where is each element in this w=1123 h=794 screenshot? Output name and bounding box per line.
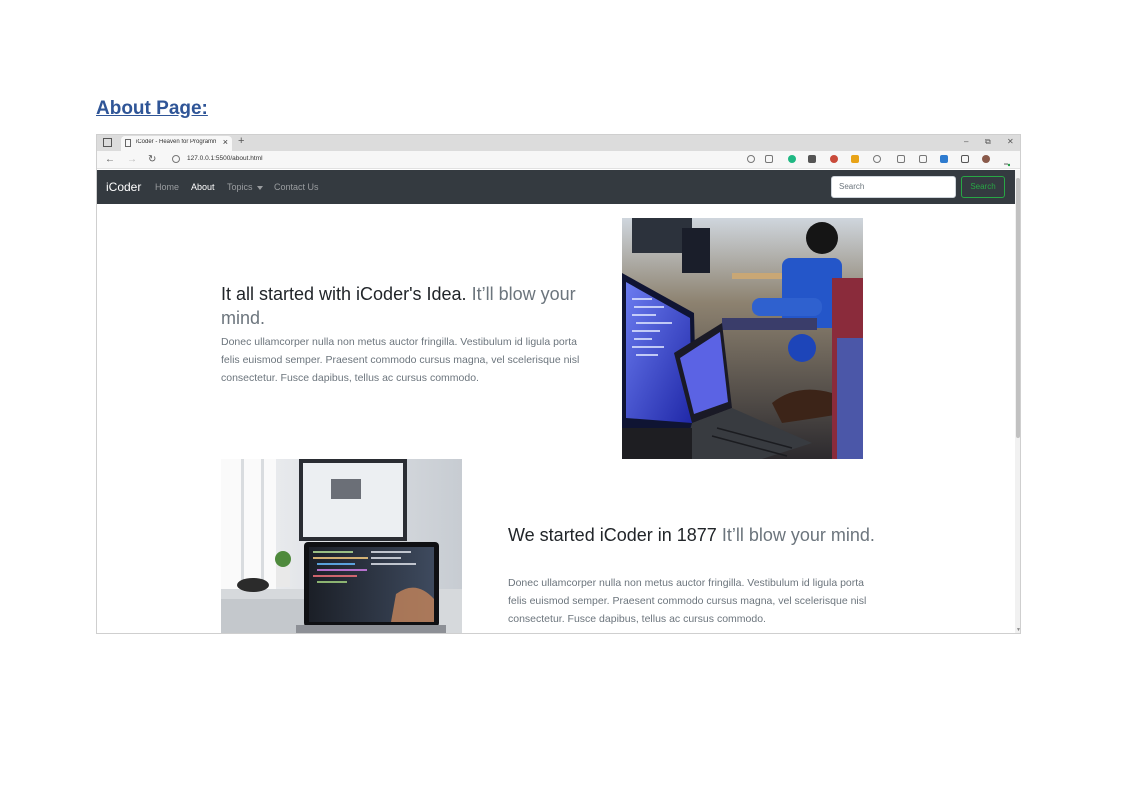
extension-icon[interactable] — [830, 155, 838, 163]
feature-heading-1: It all started with iCoder's Idea. It’ll… — [221, 282, 591, 330]
scroll-down-arrow-icon[interactable]: ▼ — [1016, 627, 1020, 633]
feature-heading-1-main: It all started with iCoder's Idea. — [221, 284, 467, 304]
feature-heading-2: We started iCoder in 1877 It’ll blow you… — [508, 523, 878, 547]
share-icon[interactable] — [961, 155, 969, 163]
grammarly-extension-icon[interactable] — [788, 155, 796, 163]
zoom-icon[interactable] — [747, 155, 755, 163]
nav-link-home[interactable]: Home — [155, 182, 179, 192]
brand-logo[interactable]: iCoder — [106, 180, 141, 194]
scrollbar-thumb[interactable] — [1016, 178, 1020, 438]
scrollbar[interactable]: ▼ — [1015, 170, 1020, 633]
minimize-button[interactable]: – — [964, 137, 968, 146]
site-info-icon[interactable] — [172, 155, 180, 163]
tab-close-icon[interactable]: × — [223, 137, 228, 147]
chevron-down-icon — [256, 185, 263, 190]
downloads-icon[interactable] — [940, 155, 948, 163]
browser-tab[interactable]: iCoder - Heaven for Programmers × — [121, 136, 232, 151]
favorite-icon[interactable] — [765, 155, 773, 163]
laptop-on-desk-image — [221, 459, 462, 633]
search-button[interactable]: Search — [961, 176, 1005, 198]
address-bar: ← → ↻ 127.0.0.1:5500/about.html — [97, 151, 1020, 169]
extension-icon[interactable] — [808, 155, 816, 163]
feature-heading-2-main: We started iCoder in 1877 — [508, 525, 717, 545]
forward-icon[interactable]: → — [127, 154, 137, 165]
feature-text-1: Donec ullamcorper nulla non metus auctor… — [221, 336, 580, 384]
new-tab-button[interactable]: + — [238, 135, 244, 147]
feature-heading-2-muted: It’ll blow your mind. — [721, 525, 875, 545]
nav-link-topics[interactable]: Topics — [227, 182, 263, 192]
more-menu-icon[interactable] — [1004, 155, 1011, 167]
nav-link-topics-label: Topics — [227, 182, 253, 192]
reload-icon[interactable]: ↻ — [148, 154, 156, 165]
search-input[interactable]: Search — [831, 176, 956, 198]
page-icon — [125, 139, 131, 147]
close-window-button[interactable]: ✕ — [1007, 137, 1014, 146]
site-navbar: iCoder Home About Topics Contact Us Sear… — [97, 170, 1015, 204]
tab-actions-icon[interactable] — [103, 138, 112, 147]
feature-text-2: Donec ullamcorper nulla non metus auctor… — [508, 577, 867, 625]
favorites-icon[interactable] — [897, 155, 905, 163]
profile-avatar[interactable] — [982, 155, 990, 163]
document-heading: About Page: — [96, 98, 208, 119]
collections-icon[interactable] — [919, 155, 927, 163]
nav-link-about[interactable]: About — [191, 182, 215, 192]
url-field[interactable]: 127.0.0.1:5500/about.html — [187, 155, 263, 162]
back-icon[interactable]: ← — [105, 154, 115, 165]
extension-icon[interactable] — [851, 155, 859, 163]
tab-title: iCoder - Heaven for Programmers — [136, 139, 216, 145]
browser-window: iCoder - Heaven for Programmers × + – ⧉ … — [96, 134, 1021, 634]
nav-link-contact[interactable]: Contact Us — [274, 182, 319, 192]
refresh-extension-icon[interactable] — [873, 155, 881, 163]
coders-at-laptops-image — [622, 218, 863, 459]
page-content: It all started with iCoder's Idea. It’ll… — [97, 204, 1015, 633]
restore-button[interactable]: ⧉ — [985, 137, 991, 147]
tab-bar: iCoder - Heaven for Programmers × + – ⧉ … — [97, 135, 1020, 151]
